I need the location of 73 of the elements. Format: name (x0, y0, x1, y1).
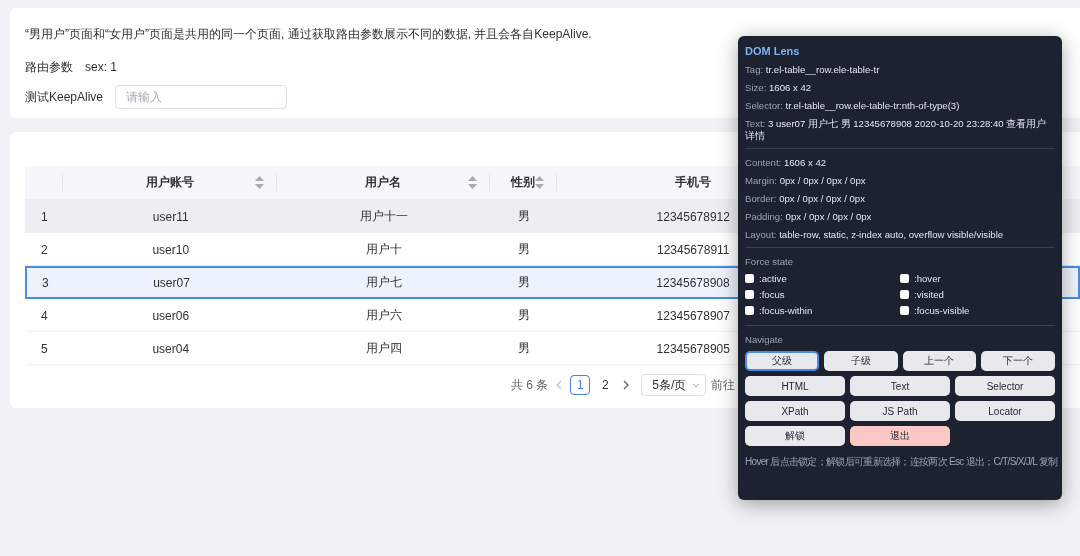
box-model-line: Content: 1606 x 42 (745, 157, 828, 169)
column-header[interactable]: 用户名 (277, 174, 490, 191)
table-cell: 用户六 (365, 307, 402, 324)
caret-icon (692, 382, 701, 388)
navigate-button[interactable]: 父级 (745, 351, 819, 371)
copy-button[interactable]: Selector (955, 376, 1055, 396)
route-params-label: 路由参数 (25, 58, 73, 76)
table-cell: 12345678907 (656, 308, 730, 323)
info-line: Selector: tr.el-table__row.ele-table-tr:nth-of-type(3) (745, 100, 961, 112)
page-size-select[interactable]: 5条/页 (641, 374, 707, 396)
table-cell: 男 (517, 208, 530, 225)
table-cell: 12345678912 (656, 209, 730, 224)
table-cell: 2 (41, 242, 48, 257)
column-header[interactable]: 性别 (490, 174, 557, 191)
chevron-right-icon[interactable] (622, 380, 631, 390)
table-cell: 男 (517, 274, 530, 291)
table-cell: 用户十一 (359, 208, 408, 225)
info-line: Size: 1606 x 42 (745, 82, 813, 94)
copy-button[interactable]: XPath (745, 401, 845, 421)
copy-button[interactable]: HTML (745, 376, 845, 396)
checkbox-label[interactable]: :visited (914, 289, 944, 300)
table-cell: 男 (517, 307, 530, 324)
table-cell: 12345678911 (657, 242, 730, 257)
info-line: Text: 3 user07 用户七 男 12345678908 2020-10-20 23:28:40 查看用户详情 (745, 118, 1048, 142)
page-button[interactable]: 1 (570, 375, 591, 395)
checkbox-label[interactable]: :active (759, 273, 787, 284)
table-cell: 用户十 (365, 241, 402, 258)
table-cell: 用户四 (365, 340, 402, 357)
checkbox-label[interactable]: :hover (914, 273, 941, 284)
navigate-button[interactable]: 下一个 (981, 351, 1055, 371)
section-title: Force state (745, 256, 794, 267)
page-button[interactable]: 2 (595, 375, 616, 395)
navigate-button[interactable]: 子级 (823, 351, 898, 371)
checkbox[interactable] (900, 274, 909, 283)
table-cell: 用户七 (366, 274, 403, 291)
checkbox[interactable] (900, 290, 909, 299)
copy-button[interactable]: Text (850, 376, 950, 396)
checkbox[interactable] (745, 306, 754, 315)
unlock-button[interactable]: 解锁 (745, 426, 845, 446)
table-cell: 4 (41, 308, 48, 323)
table-cell: user04 (152, 341, 190, 356)
table-cell: user06 (152, 308, 190, 323)
checkbox-label[interactable]: :focus-within (759, 305, 813, 316)
table-cell: 3 (42, 275, 49, 290)
checkbox[interactable] (745, 290, 754, 299)
goto-label: 前往 (711, 376, 736, 394)
panel-title: DOM Lens (745, 45, 801, 57)
keepalive-label: 测试KeepAlive (25, 88, 104, 106)
keepalive-input-field[interactable]: 请输入 (115, 85, 288, 109)
table-cell: 男 (517, 241, 530, 258)
table-cell: 12345678908 (656, 275, 730, 290)
checkbox[interactable] (745, 274, 754, 283)
box-model-line: Padding: 0px / 0px / 0px / 0px (745, 211, 873, 223)
info-line: Tag: tr.el-table__row.ele-table-tr (745, 64, 881, 76)
navigate-button[interactable]: 上一个 (902, 351, 977, 371)
table-cell: 12345678905 (656, 341, 730, 356)
table-cell: user10 (152, 242, 190, 257)
description-text: “男用户”页面和“女用户”页面是共用的同一个页面, 通过获取路由参数展示不同的数据, 并且会各自KeepAlive. (25, 26, 593, 43)
table-cell: user11 (152, 209, 189, 224)
checkbox-label[interactable]: :focus-visible (914, 305, 970, 316)
total-count: 共 6 条 (511, 376, 549, 394)
table-cell: 5 (41, 341, 48, 356)
column-header[interactable]: 用户账号 (63, 174, 277, 191)
table-cell: 1 (41, 209, 48, 224)
checkbox-label[interactable]: :focus (759, 289, 785, 300)
checkbox[interactable] (900, 306, 909, 315)
table-cell: user07 (153, 275, 190, 290)
copy-button[interactable]: JS Path (850, 401, 950, 421)
table-cell: 男 (517, 340, 530, 357)
exit-button[interactable]: 退出 (850, 426, 950, 446)
section-title: Navigate (745, 334, 784, 345)
route-params-value: sex: 1 (85, 60, 117, 74)
copy-button[interactable]: Locator (955, 401, 1055, 421)
